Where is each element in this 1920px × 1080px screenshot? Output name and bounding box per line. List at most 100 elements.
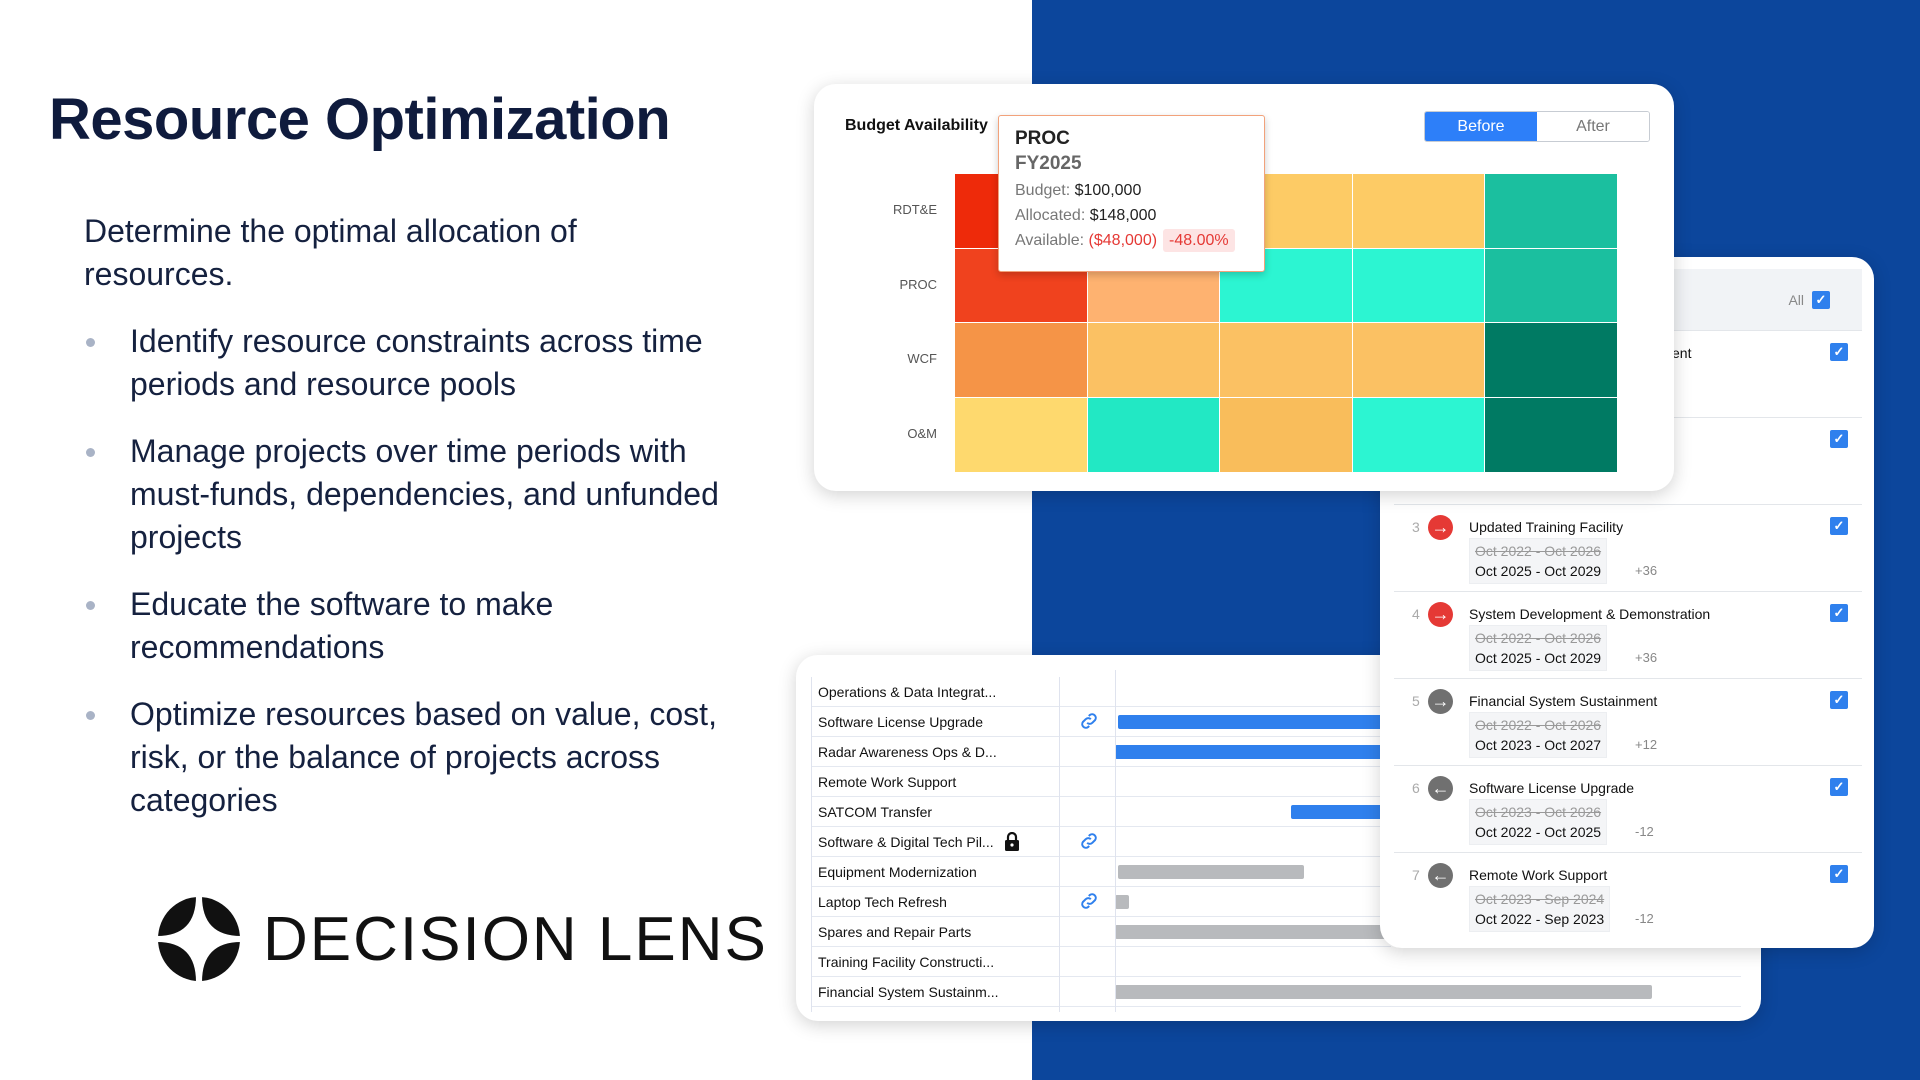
heatmap-row-label: O&M	[907, 426, 937, 442]
bullet-dot-icon	[86, 448, 95, 457]
panel-row: 7 ← Remote Work Support Oct 2023 - Sep 2024…	[1394, 852, 1862, 939]
heatmap-cell[interactable]	[1352, 323, 1485, 398]
heatmap-cell[interactable]	[1220, 398, 1352, 472]
tooltip-period: FY2025	[1015, 153, 1082, 174]
gantt-row-label: Software & Digital Tech Pil...	[818, 834, 994, 850]
select-all-checkbox[interactable]: ✓	[1812, 291, 1830, 309]
gantt-row[interactable]: Operations & Data Integrat...	[811, 677, 1391, 707]
bullet-item: Manage projects over time periods with m…	[84, 430, 764, 559]
gantt-row-label: Laptop Tech Refresh	[818, 894, 947, 910]
gantt-row[interactable]: Equipment Modernization	[811, 857, 1391, 887]
row-checkbox[interactable]: ✓	[1830, 865, 1848, 883]
link-icon[interactable]	[1078, 890, 1100, 917]
decision-lens-logo: DECISION LENS	[157, 896, 768, 982]
row-checkbox[interactable]: ✓	[1830, 604, 1848, 622]
project-title: Software License Upgrade	[1469, 780, 1634, 796]
date-range: Oct 2022 - Oct 2026 Oct 2025 - Oct 2029	[1469, 538, 1608, 584]
slide-intro: Determine the optimal allocation of reso…	[84, 213, 577, 292]
row-checkbox[interactable]: ✓	[1830, 517, 1848, 535]
arrow-left-icon: ←	[1428, 776, 1453, 801]
month-shift: +36	[1635, 650, 1658, 665]
old-date-range: Oct 2023 - Sep 2024	[1475, 891, 1605, 907]
old-date-range: Oct 2023 - Oct 2026	[1475, 804, 1602, 820]
gantt-row[interactable]: Software License Upgrade	[811, 707, 1400, 737]
gantt-row-label: Software License Upgrade	[818, 714, 983, 730]
link-icon[interactable]	[1078, 710, 1100, 737]
gantt-bar[interactable]	[1115, 985, 1652, 999]
date-range: Oct 2022 - Oct 2026 Oct 2025 - Oct 2029	[1469, 625, 1608, 671]
row-number: 5	[1412, 693, 1420, 709]
project-title: Updated Training Facility	[1469, 519, 1624, 535]
heatmap-cell[interactable]	[1485, 323, 1617, 398]
bullet-item: Educate the software to make recommendat…	[84, 583, 764, 669]
gantt-bar[interactable]	[1118, 865, 1304, 879]
new-date-range: Oct 2022 - Sep 2023	[1475, 911, 1605, 927]
new-date-range: Oct 2025 - Oct 2029	[1475, 650, 1602, 666]
gantt-bar[interactable]	[1118, 715, 1400, 729]
heatmap-cell[interactable]	[955, 398, 1087, 472]
row-number: 7	[1412, 867, 1420, 883]
heatmap-cell[interactable]	[1352, 398, 1485, 472]
gantt-row[interactable]: Software & Digital Tech Pil...	[811, 827, 1391, 857]
gantt-bar[interactable]	[1115, 895, 1129, 909]
project-title: Remote Work Support	[1469, 867, 1608, 883]
before-button[interactable]: Before	[1425, 112, 1537, 141]
gantt-row[interactable]: SATCOM Transfer	[811, 797, 1400, 827]
heatmap-cell[interactable]	[1485, 248, 1617, 323]
bullet-dot-icon	[86, 601, 95, 610]
heatmap-cell[interactable]	[1485, 174, 1617, 248]
row-checkbox[interactable]: ✓	[1830, 343, 1848, 361]
lock-icon	[1004, 831, 1020, 857]
heatmap-cell[interactable]	[1087, 323, 1220, 398]
gantt-bar[interactable]	[1115, 925, 1400, 939]
gantt-bar[interactable]	[1115, 745, 1400, 759]
row-checkbox[interactable]: ✓	[1830, 691, 1848, 709]
bullet-list: Identify resource constraints across tim…	[84, 320, 764, 846]
heatmap-cell[interactable]	[1485, 398, 1617, 472]
tooltip-category: PROC	[1015, 128, 1070, 149]
heatmap-cell[interactable]	[1352, 174, 1485, 248]
panel-row: 6 ← Software License Upgrade Oct 2023 - Oct…	[1394, 765, 1862, 852]
gantt-row[interactable]: Laptop Tech Refresh	[811, 887, 1391, 917]
heatmap-cell[interactable]	[955, 323, 1087, 398]
project-title: Financial System Sustainment	[1469, 693, 1658, 709]
old-date-range: Oct 2022 - Oct 2026	[1475, 630, 1602, 646]
row-checkbox[interactable]: ✓	[1830, 778, 1848, 796]
old-date-range: Oct 2022 - Oct 2026	[1475, 543, 1602, 559]
link-icon[interactable]	[1078, 830, 1100, 857]
heatmap-cell[interactable]	[1087, 398, 1220, 472]
logo-text: DECISION LENS	[263, 904, 768, 974]
gantt-row-label: Financial System Sustainm...	[818, 984, 999, 1000]
gantt-row-label: Operations & Data Integrat...	[818, 684, 997, 700]
heatmap-cell[interactable]	[1220, 323, 1352, 398]
gantt-row-label: Radar Awareness Ops & D...	[818, 744, 997, 760]
new-date-range: Oct 2025 - Oct 2029	[1475, 563, 1602, 579]
date-range: Oct 2023 - Oct 2026 Oct 2022 - Oct 2025	[1469, 799, 1608, 845]
gantt-row[interactable]: Spares and Repair Parts	[811, 917, 1400, 947]
row-number: 6	[1412, 780, 1420, 796]
project-title: ent	[1672, 345, 1692, 361]
gantt-row-label: Remote Work Support	[818, 774, 957, 790]
arrow-right-icon: →	[1428, 689, 1453, 714]
bullet-item: Identify resource constraints across tim…	[84, 320, 764, 406]
date-range: Oct 2022 - Oct 2026 Oct 2023 - Oct 2027	[1469, 712, 1608, 758]
gantt-row[interactable]: Remote Work Support	[811, 767, 1391, 797]
select-all[interactable]: All ✓	[1788, 291, 1830, 309]
row-number: 4	[1412, 606, 1420, 622]
row-number: 3	[1412, 519, 1420, 535]
gantt-row[interactable]: Financial System Sustainm...	[811, 977, 1741, 1007]
logo-mark-icon	[157, 896, 241, 982]
after-button[interactable]: After	[1537, 112, 1649, 141]
heatmap-cell[interactable]	[1352, 248, 1485, 323]
panel-row: 3 → Updated Training Facility Oct 2022 - Oc…	[1394, 504, 1862, 591]
heatmap-title: Budget Availability	[845, 117, 988, 134]
arrow-right-icon: →	[1428, 602, 1453, 627]
panel-row: 4 → System Development & Demonstration Oct …	[1394, 591, 1862, 678]
gantt-row[interactable]: Radar Awareness Ops & D...	[811, 737, 1400, 767]
gantt-row-label: Spares and Repair Parts	[818, 924, 972, 940]
bullet-item: Optimize resources based on value, cost,…	[84, 693, 764, 822]
row-checkbox[interactable]: ✓	[1830, 430, 1848, 448]
gantt-row[interactable]: Training Facility Constructi...	[811, 947, 1741, 977]
gantt-divider	[1059, 677, 1060, 1012]
tooltip-budget: Budget: $100,000	[1015, 182, 1142, 199]
